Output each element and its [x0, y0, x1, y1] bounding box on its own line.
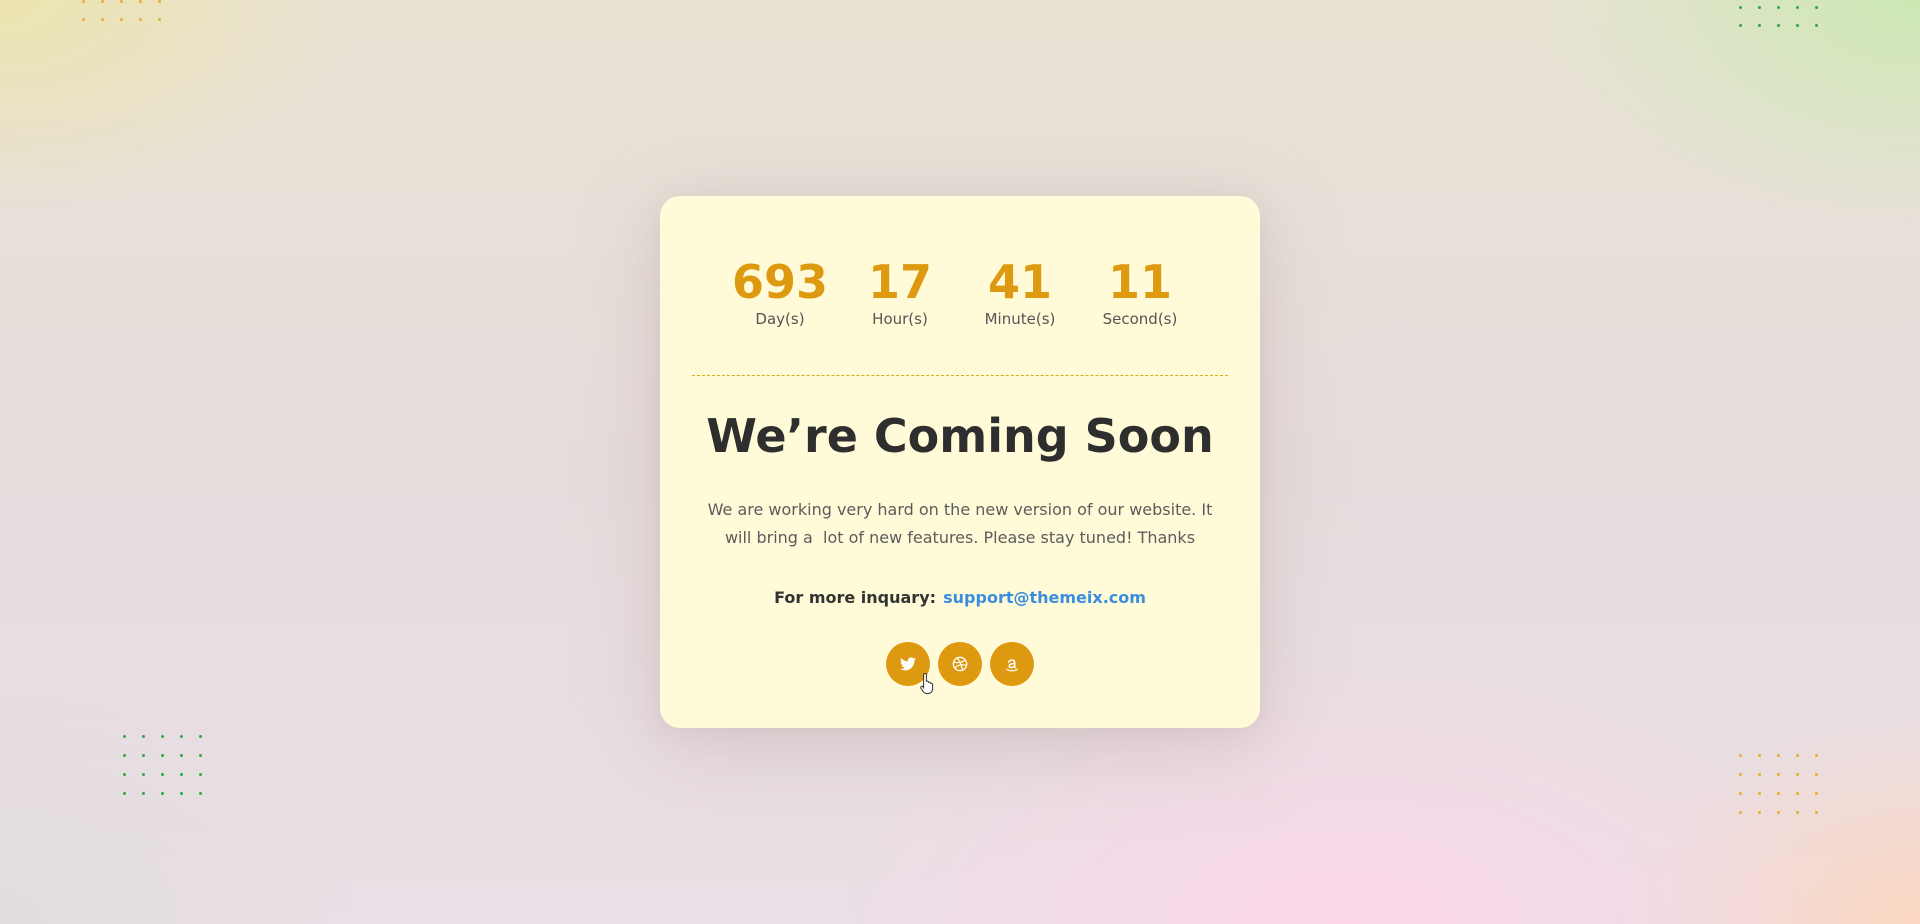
- decorative-dot: [1796, 811, 1799, 814]
- decorative-dot: [158, 0, 161, 3]
- decorative-dot: [142, 735, 145, 738]
- countdown-days-value: 693: [731, 255, 829, 309]
- coming-soon-card: 693 Day(s) 17 Hour(s) 41 Minute(s) 11 Se…: [660, 196, 1260, 728]
- decorative-dot: [139, 0, 142, 3]
- decorative-dot: [142, 792, 145, 795]
- decorative-dots-top-left: [82, 0, 177, 36]
- decorative-dot: [1777, 792, 1780, 795]
- support-email-link[interactable]: support@themeix.com: [943, 588, 1146, 607]
- countdown-hours-value: 17: [867, 255, 932, 309]
- countdown-minutes-label: Minute(s): [984, 310, 1056, 328]
- decorative-dot: [1758, 754, 1761, 757]
- inquiry-line: For more inquary: support@themeix.com: [660, 586, 1260, 610]
- decorative-dot: [142, 754, 145, 757]
- description: We are working very hard on the new vers…: [700, 496, 1220, 552]
- decorative-dot: [101, 0, 104, 3]
- decorative-dots-bottom-right: [1739, 754, 1834, 830]
- inquiry-label: For more inquary:: [774, 588, 937, 607]
- decorative-dot: [1739, 811, 1742, 814]
- countdown-hours: 17 Hour(s): [840, 256, 960, 328]
- hand-cursor-icon: [920, 672, 936, 698]
- decorative-dot: [1796, 773, 1799, 776]
- decorative-dot: [1758, 792, 1761, 795]
- decorative-dot: [82, 0, 85, 3]
- decorative-dot: [1777, 24, 1780, 27]
- decorative-dot: [199, 792, 202, 795]
- decorative-dot: [199, 773, 202, 776]
- decorative-dot: [180, 773, 183, 776]
- decorative-dot: [1758, 6, 1761, 9]
- dribbble-icon: [952, 656, 968, 672]
- decorative-dots-top-right: [1739, 6, 1834, 42]
- page-title: We’re Coming Soon: [706, 409, 1214, 463]
- description-line-2: will bring a lot of new features. Please…: [724, 528, 1196, 547]
- countdown-days: 693 Day(s): [720, 256, 840, 328]
- decorative-dot: [1815, 773, 1818, 776]
- decorative-dot: [1796, 792, 1799, 795]
- countdown-hours-label: Hour(s): [872, 310, 928, 328]
- decorative-dot: [123, 773, 126, 776]
- decorative-dot: [120, 0, 123, 3]
- decorative-dot: [161, 773, 164, 776]
- twitter-icon: [900, 657, 916, 671]
- decorative-dot: [1815, 24, 1818, 27]
- decorative-dot: [139, 18, 142, 21]
- countdown-seconds-value: 11: [1107, 255, 1172, 309]
- decorative-dot: [199, 735, 202, 738]
- decorative-dot: [1815, 792, 1818, 795]
- decorative-dot: [1739, 24, 1742, 27]
- decorative-dot: [1815, 811, 1818, 814]
- decorative-dot: [1739, 754, 1742, 757]
- decorative-dot: [1758, 773, 1761, 776]
- decorative-dot: [1796, 6, 1799, 9]
- decorative-dot: [1777, 6, 1780, 9]
- decorative-dot: [120, 18, 123, 21]
- decorative-dot: [1739, 792, 1742, 795]
- decorative-dot: [1796, 24, 1799, 27]
- decorative-dot: [1739, 6, 1742, 9]
- decorative-dot: [1739, 773, 1742, 776]
- decorative-dot: [101, 18, 104, 21]
- decorative-dot: [82, 18, 85, 21]
- decorative-dots-bottom-left: [123, 735, 218, 811]
- decorative-dot: [123, 754, 126, 757]
- amazon-icon: [1005, 657, 1019, 672]
- decorative-dot: [1758, 811, 1761, 814]
- decorative-dot: [161, 754, 164, 757]
- countdown-minutes-value: 41: [987, 255, 1052, 309]
- decorative-dot: [158, 18, 161, 21]
- decorative-dot: [123, 792, 126, 795]
- description-line-1: We are working very hard on the new vers…: [707, 500, 1213, 519]
- decorative-dot: [1796, 754, 1799, 757]
- decorative-dot: [1815, 6, 1818, 9]
- decorative-dot: [1777, 754, 1780, 757]
- dashed-divider: [692, 375, 1228, 376]
- decorative-dot: [199, 754, 202, 757]
- decorative-dot: [161, 792, 164, 795]
- decorative-dot: [180, 792, 183, 795]
- decorative-dot: [1815, 754, 1818, 757]
- decorative-dot: [1777, 811, 1780, 814]
- countdown-days-label: Day(s): [755, 310, 805, 328]
- decorative-dot: [1758, 24, 1761, 27]
- social-links: [660, 642, 1260, 686]
- countdown-seconds-label: Second(s): [1102, 310, 1178, 328]
- decorative-dot: [1777, 773, 1780, 776]
- dribbble-button[interactable]: [938, 642, 982, 686]
- decorative-dot: [123, 735, 126, 738]
- countdown-minutes: 41 Minute(s): [960, 256, 1080, 328]
- countdown-seconds: 11 Second(s): [1080, 256, 1200, 328]
- decorative-dot: [180, 735, 183, 738]
- decorative-dot: [180, 754, 183, 757]
- countdown-timer: 693 Day(s) 17 Hour(s) 41 Minute(s) 11 Se…: [660, 256, 1260, 328]
- decorative-dot: [142, 773, 145, 776]
- decorative-dot: [161, 735, 164, 738]
- amazon-button[interactable]: [990, 642, 1034, 686]
